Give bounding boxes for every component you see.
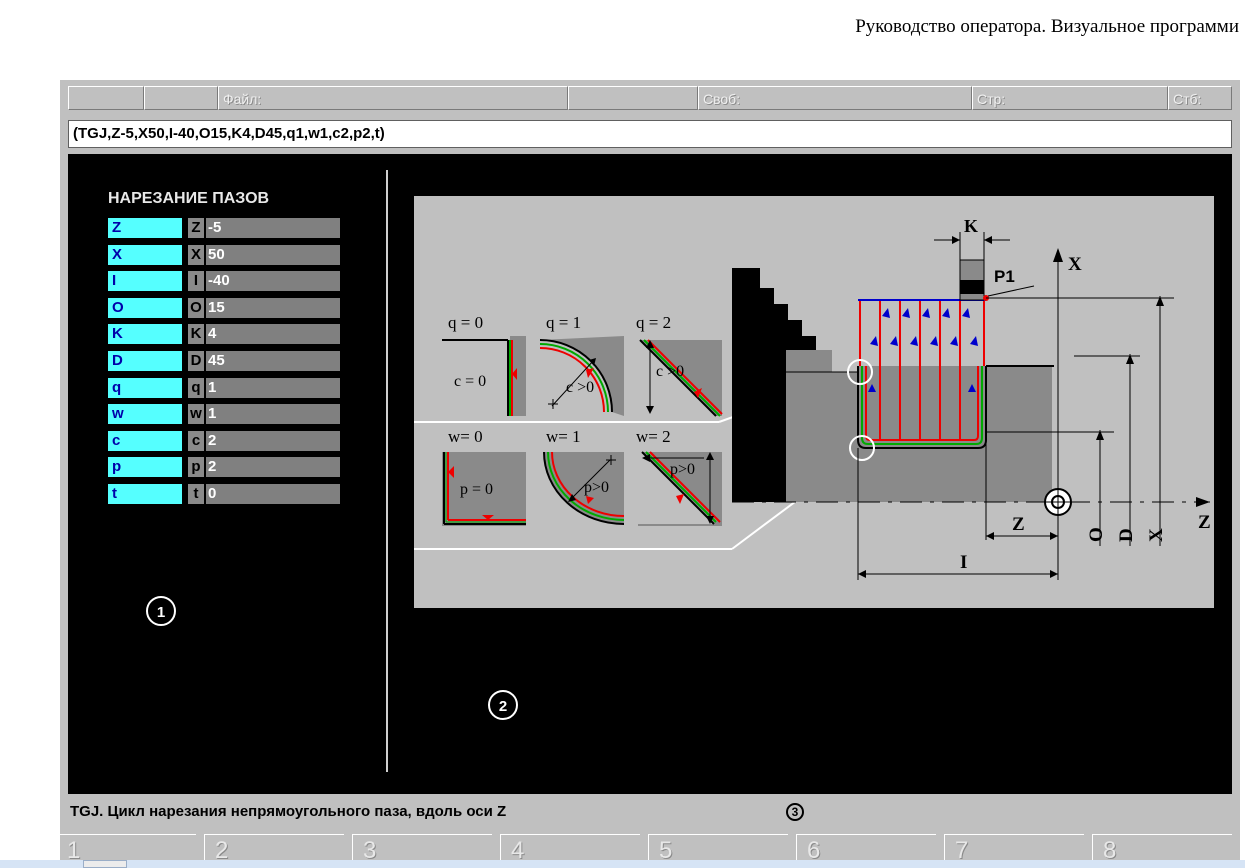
panel-divider xyxy=(386,170,388,772)
param-short: O xyxy=(188,297,204,318)
param-value[interactable]: 2 xyxy=(206,430,340,451)
label-w1: w= 1 xyxy=(546,427,581,446)
param-short: X xyxy=(188,244,204,265)
label-c0: c = 0 xyxy=(454,373,486,390)
label-w2: w= 2 xyxy=(636,427,671,446)
label-p0: p = 0 xyxy=(460,481,493,498)
param-value[interactable]: 1 xyxy=(206,377,340,398)
param-name: t xyxy=(108,484,182,504)
document-header: Руководство оператора. Визуальное програ… xyxy=(855,16,1239,37)
label-i-dim: I xyxy=(960,552,967,573)
label-c-gt-2: c >0 xyxy=(656,363,684,380)
main-screen: НАРЕЗАНИЕ ПАЗОВ Z Z -5 X X 50 I I -40 O O 15 K K 4 D D 45… xyxy=(68,154,1232,794)
panel-title: НАРЕЗАНИЕ ПАЗОВ xyxy=(108,190,270,207)
param-value[interactable]: 2 xyxy=(206,457,340,478)
callout-3: 3 xyxy=(786,803,804,821)
taskbar-button[interactable] xyxy=(83,860,127,868)
param-name: q xyxy=(108,377,182,398)
hint-line: TGJ. Цикл нарезания непрямоугольного паз… xyxy=(68,798,1232,826)
param-name: w xyxy=(108,404,182,425)
callout-1: 1 xyxy=(146,596,176,626)
status-cell-2 xyxy=(144,86,218,110)
label-o-dim: O xyxy=(1086,527,1107,542)
callout-2: 2 xyxy=(488,690,518,720)
corner-q2: c >0 xyxy=(638,336,723,417)
status-free: Своб: xyxy=(698,86,972,110)
param-short: c xyxy=(188,430,204,451)
param-value[interactable]: 1 xyxy=(206,404,340,425)
command-line[interactable]: (TGJ,Z-5,X50,I-40,O15,K4,D45,q1,w1,c2,p2… xyxy=(68,120,1232,148)
corner-w2: p>0 xyxy=(638,451,722,526)
label-z-dim: Z xyxy=(1012,514,1025,535)
param-value[interactable]: 15 xyxy=(206,297,340,318)
status-cell-1 xyxy=(68,86,144,110)
param-short: I xyxy=(188,271,204,292)
label-q2: q = 2 xyxy=(636,313,671,332)
param-short: Z xyxy=(188,218,204,238)
label-p-gt-2: p>0 xyxy=(670,461,695,478)
corner-w0: p = 0 xyxy=(442,452,526,526)
hint-text: TGJ. Цикл нарезания непрямоугольного паз… xyxy=(70,803,507,820)
label-k: K xyxy=(964,216,978,236)
param-name: p xyxy=(108,457,182,478)
param-short: p xyxy=(188,457,204,478)
groove-diagram: q = 0 q = 1 q = 2 c = 0 c >0 c >0 w= 0 w… xyxy=(414,196,1214,608)
taskbar xyxy=(0,860,1245,868)
cnc-window: Файл: Своб: Стр: Стб: (TGJ,Z-5,X50,I-40,… xyxy=(56,80,1240,868)
label-x-axis: X xyxy=(1068,254,1082,275)
status-file: Файл: xyxy=(218,86,568,110)
label-w0: w= 0 xyxy=(448,427,483,446)
param-value[interactable]: 45 xyxy=(206,351,340,371)
param-short: D xyxy=(188,351,204,371)
param-value[interactable]: -40 xyxy=(206,271,340,292)
param-value[interactable]: 0 xyxy=(206,484,340,504)
status-cell-4 xyxy=(568,86,698,110)
param-name: c xyxy=(108,430,182,451)
param-value[interactable]: 4 xyxy=(206,324,340,345)
param-name: K xyxy=(108,324,182,345)
label-x-dim: X xyxy=(1146,528,1167,542)
param-name: Z xyxy=(108,218,182,238)
param-short: t xyxy=(188,484,204,504)
param-short: w xyxy=(188,404,204,425)
label-p1: P1 xyxy=(994,267,1015,286)
status-page: Стр: xyxy=(972,86,1168,110)
param-name: I xyxy=(108,271,182,292)
param-short: K xyxy=(188,324,204,345)
label-d-dim: D xyxy=(1116,528,1137,542)
label-q0: q = 0 xyxy=(448,313,483,332)
param-value[interactable]: 50 xyxy=(206,244,340,265)
label-z-axis: Z xyxy=(1198,512,1211,533)
corner-w1: p>0 xyxy=(540,451,625,526)
status-bar: Файл: Своб: Стр: Стб: xyxy=(68,86,1232,112)
param-short: q xyxy=(188,377,204,398)
label-q1: q = 1 xyxy=(546,313,581,332)
param-name: O xyxy=(108,297,182,318)
param-name: D xyxy=(108,351,182,371)
param-value[interactable]: -5 xyxy=(206,218,340,238)
corner-q0: c = 0 xyxy=(442,336,526,416)
param-name: X xyxy=(108,244,182,265)
label-c-gt-1: c >0 xyxy=(566,379,594,396)
corner-q1: c >0 xyxy=(539,336,624,416)
label-p-gt-1: p>0 xyxy=(584,479,609,496)
status-column: Стб: xyxy=(1168,86,1232,110)
